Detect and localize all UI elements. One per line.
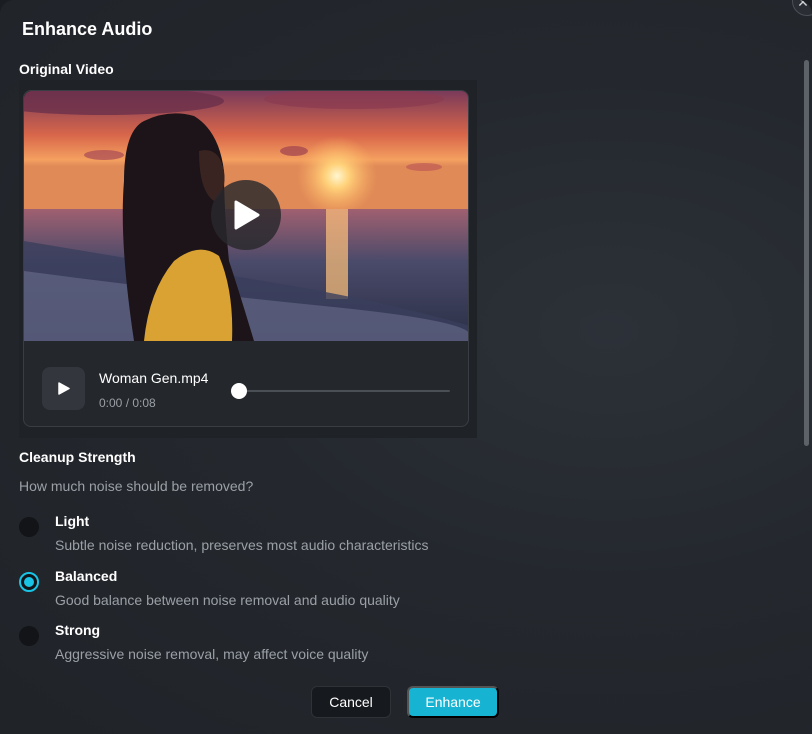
cleanup-strength-label: Cleanup Strength xyxy=(19,449,136,465)
video-thumbnail[interactable] xyxy=(24,91,468,341)
close-button[interactable]: ✕ xyxy=(792,0,812,16)
play-button-overlay[interactable] xyxy=(211,180,281,250)
option-title: Light xyxy=(55,513,90,529)
scrollbar[interactable] xyxy=(804,60,809,446)
play-icon xyxy=(234,200,260,230)
dialog-title: Enhance Audio xyxy=(22,19,153,39)
video-card: Woman Gen.mp4 0:00 / 0:08 xyxy=(23,90,469,427)
option-description: Subtle noise reduction, preserves most a… xyxy=(55,537,429,553)
radio-strong[interactable] xyxy=(19,626,39,646)
cancel-button[interactable]: Cancel xyxy=(311,686,391,718)
radio-light[interactable] xyxy=(19,517,39,537)
radio-balanced[interactable] xyxy=(19,572,39,592)
progress-track[interactable] xyxy=(238,390,450,392)
option-description: Aggressive noise removal, may affect voi… xyxy=(55,646,369,662)
enhance-button[interactable]: Enhance xyxy=(407,686,499,718)
progress-handle[interactable] xyxy=(231,383,247,399)
option-description: Good balance between noise removal and a… xyxy=(55,592,400,608)
option-title: Strong xyxy=(55,622,101,638)
play-button[interactable] xyxy=(42,367,85,410)
enhance-audio-dialog: Enhance Audio ✕ Original Video Woman Gen… xyxy=(0,0,812,734)
close-icon: ✕ xyxy=(797,0,809,10)
cleanup-question: How much noise should be removed? xyxy=(19,478,254,494)
option-title: Balanced xyxy=(55,568,118,584)
option-balanced[interactable]: Balanced Good balance between noise remo… xyxy=(19,568,519,612)
option-strong[interactable]: Strong Aggressive noise removal, may aff… xyxy=(19,622,519,666)
time-label: 0:00 / 0:08 xyxy=(99,396,156,410)
audio-player: Woman Gen.mp4 0:00 / 0:08 xyxy=(24,341,468,426)
file-name: Woman Gen.mp4 xyxy=(99,370,209,386)
play-icon xyxy=(57,382,70,395)
option-light[interactable]: Light Subtle noise reduction, preserves … xyxy=(19,513,519,557)
original-video-label: Original Video xyxy=(19,61,114,77)
